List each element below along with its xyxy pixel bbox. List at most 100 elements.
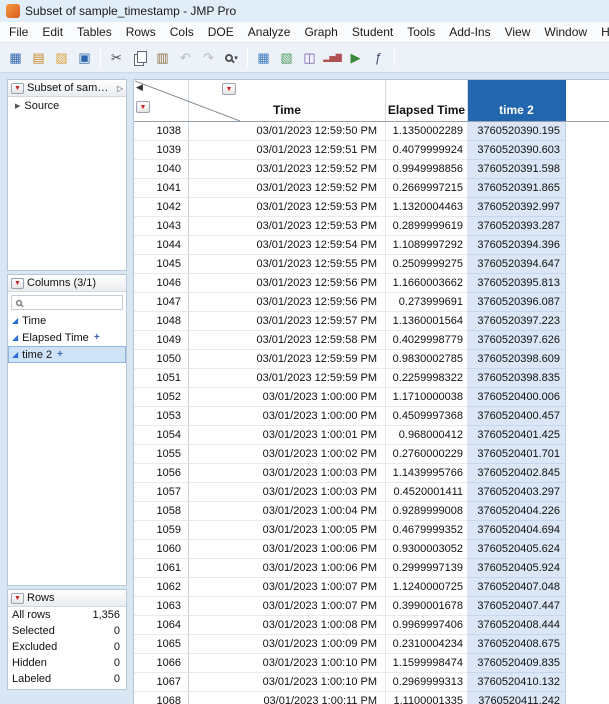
data-cell-time2[interactable]: 3760520394.647 <box>468 255 566 274</box>
redo-icon[interactable]: ↷ <box>198 47 219 68</box>
data-cell-time[interactable]: 03/01/2023 1:00:07 PM <box>189 578 386 597</box>
data-cell-elapsed[interactable]: 0.4679999352 <box>386 521 468 540</box>
data-cell-elapsed[interactable]: 1.1100001335 <box>386 692 468 704</box>
row-number-cell[interactable]: 1050 <box>134 350 189 369</box>
data-cell-time2[interactable]: 3760520390.195 <box>468 122 566 141</box>
row-number-cell[interactable]: 1046 <box>134 274 189 293</box>
cut-icon[interactable]: ✂ <box>106 47 127 68</box>
formula-icon[interactable]: ƒ <box>368 47 389 68</box>
data-cell-time2[interactable]: 3760520410.132 <box>468 673 566 692</box>
row-number-cell[interactable]: 1047 <box>134 293 189 312</box>
copy-icon[interactable] <box>129 47 150 68</box>
data-cell-time2[interactable]: 3760520401.701 <box>468 445 566 464</box>
data-cell-time2[interactable]: 3760520408.444 <box>468 616 566 635</box>
source-item[interactable]: ▶ Source <box>8 97 126 114</box>
paste-icon[interactable]: ▥ <box>152 47 173 68</box>
data-cell-elapsed[interactable]: 1.1240000725 <box>386 578 468 597</box>
table-red-triangle-button[interactable]: ▼ <box>11 82 24 94</box>
data-cell-elapsed[interactable]: 1.1660003662 <box>386 274 468 293</box>
data-cell-time[interactable]: 03/01/2023 1:00:07 PM <box>189 597 386 616</box>
data-cell-time2[interactable]: 3760520395.813 <box>468 274 566 293</box>
data-cell-time2[interactable]: 3760520408.675 <box>468 635 566 654</box>
data-cell-elapsed[interactable]: 0.9830002785 <box>386 350 468 369</box>
row-number-cell[interactable]: 1057 <box>134 483 189 502</box>
data-cell-time[interactable]: 03/01/2023 12:59:57 PM <box>189 312 386 331</box>
data-cell-time[interactable]: 03/01/2023 1:00:08 PM <box>189 616 386 635</box>
data-cell-time2[interactable]: 3760520400.457 <box>468 407 566 426</box>
rows-stat-selected[interactable]: Selected 0 <box>8 623 126 639</box>
save-icon[interactable]: ▣ <box>74 47 95 68</box>
row-number-cell[interactable]: 1059 <box>134 521 189 540</box>
graph-builder-icon[interactable]: ▂▅▇ <box>322 47 343 68</box>
data-cell-time2[interactable]: 3760520400.006 <box>468 388 566 407</box>
data-cell-elapsed[interactable]: 0.2310004234 <box>386 635 468 654</box>
data-cell-time2[interactable]: 3760520392.997 <box>468 198 566 217</box>
data-cell-time[interactable]: 03/01/2023 12:59:56 PM <box>189 293 386 312</box>
rows-stat-all-rows[interactable]: All rows 1,356 <box>8 607 126 623</box>
column-item-time-2[interactable]: ◢ time 2 + <box>8 346 126 363</box>
menu-student[interactable]: Student <box>345 23 400 41</box>
data-cell-elapsed[interactable]: 0.2999997139 <box>386 559 468 578</box>
row-number-cell[interactable]: 1062 <box>134 578 189 597</box>
data-cell-time2[interactable]: 3760520398.835 <box>468 369 566 388</box>
collapse-sidebar-icon[interactable]: ◀ <box>136 82 143 93</box>
data-cell-time[interactable]: 03/01/2023 1:00:01 PM <box>189 426 386 445</box>
row-number-cell[interactable]: 1055 <box>134 445 189 464</box>
row-number-cell[interactable]: 1052 <box>134 388 189 407</box>
data-cell-elapsed[interactable]: 1.1599998474 <box>386 654 468 673</box>
row-number-cell[interactable]: 1061 <box>134 559 189 578</box>
column-header-time[interactable]: Time <box>189 80 386 121</box>
data-cell-elapsed[interactable]: 0.9969997406 <box>386 616 468 635</box>
undo-icon[interactable]: ↶ <box>175 47 196 68</box>
rows-menu-button[interactable]: ▼ <box>136 101 150 113</box>
row-number-cell[interactable]: 1045 <box>134 255 189 274</box>
data-cell-time2[interactable]: 3760520403.297 <box>468 483 566 502</box>
row-number-cell[interactable]: 1054 <box>134 426 189 445</box>
data-cell-time2[interactable]: 3760520405.624 <box>468 540 566 559</box>
menu-edit[interactable]: Edit <box>35 23 70 41</box>
rows-red-triangle-button[interactable]: ▼ <box>11 592 24 604</box>
data-cell-time[interactable]: 03/01/2023 12:59:59 PM <box>189 369 386 388</box>
menu-rows[interactable]: Rows <box>119 23 163 41</box>
data-cell-elapsed[interactable]: 0.4520001411 <box>386 483 468 502</box>
row-number-cell[interactable]: 1063 <box>134 597 189 616</box>
data-cell-elapsed[interactable]: 0.2509999275 <box>386 255 468 274</box>
menu-help[interactable]: Help <box>594 23 609 41</box>
row-number-cell[interactable]: 1058 <box>134 502 189 521</box>
data-cell-time2[interactable]: 3760520397.223 <box>468 312 566 331</box>
menu-file[interactable]: File <box>2 23 35 41</box>
row-number-cell[interactable]: 1066 <box>134 654 189 673</box>
data-cell-elapsed[interactable]: 0.2760000229 <box>386 445 468 464</box>
data-cell-time[interactable]: 03/01/2023 12:59:52 PM <box>189 160 386 179</box>
data-cell-elapsed[interactable]: 0.4079999924 <box>386 141 468 160</box>
data-cell-time2[interactable]: 3760520401.425 <box>468 426 566 445</box>
column-switcher-icon[interactable]: ◫ <box>299 47 320 68</box>
data-cell-elapsed[interactable]: 0.2899999619 <box>386 217 468 236</box>
data-cell-elapsed[interactable]: 1.1439995766 <box>386 464 468 483</box>
data-cell-time[interactable]: 03/01/2023 12:59:59 PM <box>189 350 386 369</box>
data-cell-time[interactable]: 03/01/2023 12:59:54 PM <box>189 236 386 255</box>
data-cell-elapsed[interactable]: 1.1089997292 <box>386 236 468 255</box>
data-cell-time[interactable]: 03/01/2023 12:59:58 PM <box>189 331 386 350</box>
data-cell-time[interactable]: 03/01/2023 12:59:52 PM <box>189 179 386 198</box>
data-cell-elapsed[interactable]: 0.4509997368 <box>386 407 468 426</box>
data-cell-time2[interactable]: 3760520402.845 <box>468 464 566 483</box>
menu-doe[interactable]: DOE <box>201 23 241 41</box>
data-cell-time2[interactable]: 3760520397.626 <box>468 331 566 350</box>
data-cell-elapsed[interactable]: 0.9949998856 <box>386 160 468 179</box>
data-cell-elapsed[interactable]: 0.4029998779 <box>386 331 468 350</box>
data-cell-time2[interactable]: 3760520404.226 <box>468 502 566 521</box>
data-cell-time[interactable]: 03/01/2023 1:00:02 PM <box>189 445 386 464</box>
data-cell-elapsed[interactable]: 1.1710000038 <box>386 388 468 407</box>
row-number-cell[interactable]: 1043 <box>134 217 189 236</box>
data-cell-time2[interactable]: 3760520391.865 <box>468 179 566 198</box>
data-cell-time2[interactable]: 3760520390.603 <box>468 141 566 160</box>
menu-tables[interactable]: Tables <box>70 23 119 41</box>
data-cell-time[interactable]: 03/01/2023 12:59:53 PM <box>189 217 386 236</box>
data-cell-time[interactable]: 03/01/2023 1:00:05 PM <box>189 521 386 540</box>
row-number-cell[interactable]: 1060 <box>134 540 189 559</box>
row-number-cell[interactable]: 1067 <box>134 673 189 692</box>
data-cell-elapsed[interactable]: 0.2969999313 <box>386 673 468 692</box>
data-table-icon[interactable]: ▦ <box>253 47 274 68</box>
new-data-table-icon[interactable]: ▦ <box>5 47 26 68</box>
